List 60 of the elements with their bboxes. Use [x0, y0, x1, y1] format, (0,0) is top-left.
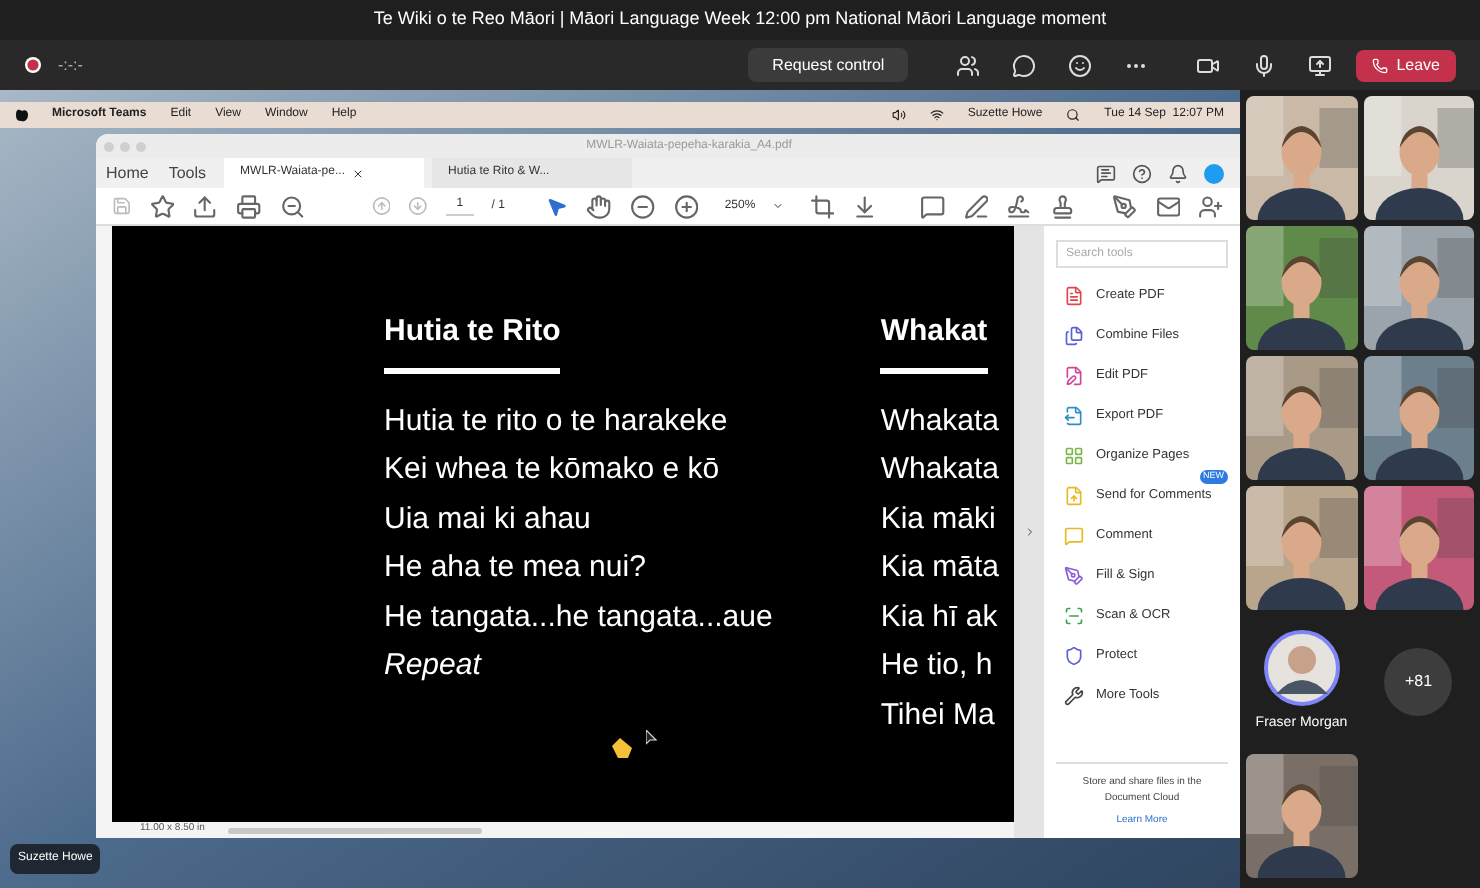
call-timer: -:-:-: [58, 53, 83, 77]
lyric-line: Uia mai ki ahau: [384, 499, 593, 538]
lyric-line: Kei whea te kōmako e kō: [384, 450, 722, 489]
zoom-minus-icon[interactable]: [629, 193, 656, 219]
lyric-line: He tangata...he tangata...aue: [384, 597, 773, 636]
lyric-line: He tio, h: [880, 646, 995, 685]
lyric-line: He aha te mea nui?: [384, 548, 648, 587]
song-title: Hutia te Rito: [384, 310, 561, 373]
comment-icon[interactable]: [1096, 163, 1116, 183]
caret-icon: [771, 200, 784, 212]
mail-icon[interactable]: [1155, 193, 1181, 219]
fill-sign-icon[interactable]: [1111, 193, 1138, 219]
zoom-out-icon[interactable]: [279, 193, 306, 219]
cursor-icon: [646, 730, 658, 746]
search-icon[interactable]: [1066, 108, 1081, 122]
leave-button[interactable]: Leave: [1356, 49, 1456, 81]
hand-icon[interactable]: [586, 193, 612, 219]
lyric-line: Tihei Ma: [880, 695, 997, 734]
lyric-line: Whakata: [880, 450, 1000, 489]
more-participants-count[interactable]: +81: [1384, 648, 1453, 716]
nav-tab[interactable]: Tools: [158, 158, 217, 188]
crop-icon[interactable]: [809, 193, 835, 219]
comment-icon[interactable]: [920, 193, 946, 219]
lyric-line: Repeat: [384, 646, 484, 685]
request-control-button[interactable]: Request control: [748, 48, 909, 82]
phone-icon: [1372, 57, 1389, 73]
lyric-line: Kia hī ak: [880, 597, 1000, 636]
upload-icon[interactable]: [192, 193, 219, 219]
star-icon[interactable]: [149, 193, 175, 219]
signature-icon[interactable]: [1006, 193, 1033, 219]
window-title: Te Wiki o te Reo Māori | Māori Language Week 12:00 pm National Māori Language moment: [373, 6, 1107, 33]
insert-icon[interactable]: [852, 193, 879, 219]
wifi-icon[interactable]: [929, 108, 944, 122]
recording-icon: [24, 56, 42, 74]
account-avatar[interactable]: [1204, 163, 1224, 183]
close-icon[interactable]: [352, 167, 365, 179]
lyric-line: Kia māta: [880, 548, 1000, 587]
chat-icon[interactable]: [1012, 53, 1037, 77]
song-title: Whakat: [880, 310, 988, 373]
camera-icon[interactable]: [1196, 53, 1221, 77]
volume-icon[interactable]: [891, 108, 906, 122]
lyric-line: Kia māki: [880, 499, 998, 538]
apple-icon: [16, 108, 28, 122]
pen-icon[interactable]: [963, 193, 989, 219]
horizontal-scrollbar[interactable]: [228, 827, 483, 833]
lyric-line: Hutia te rito o te harakeke: [384, 401, 730, 440]
reactions-icon[interactable]: [1068, 53, 1093, 77]
help-icon[interactable]: [1132, 163, 1152, 183]
zoom-plus-icon[interactable]: [673, 193, 699, 219]
microphone-icon[interactable]: [1252, 53, 1277, 77]
share-icon[interactable]: [1308, 53, 1333, 77]
avatar: [1263, 629, 1340, 706]
stamp-icon[interactable]: [1050, 193, 1076, 219]
bell-icon[interactable]: [1168, 163, 1188, 183]
lyric-line: Whakata: [880, 401, 1000, 440]
people-icon[interactable]: [956, 53, 981, 77]
print-icon[interactable]: [236, 193, 262, 219]
share-user-icon[interactable]: [1198, 193, 1224, 219]
pointer-icon[interactable]: [546, 195, 569, 217]
nav-tab[interactable]: Home: [96, 158, 159, 188]
